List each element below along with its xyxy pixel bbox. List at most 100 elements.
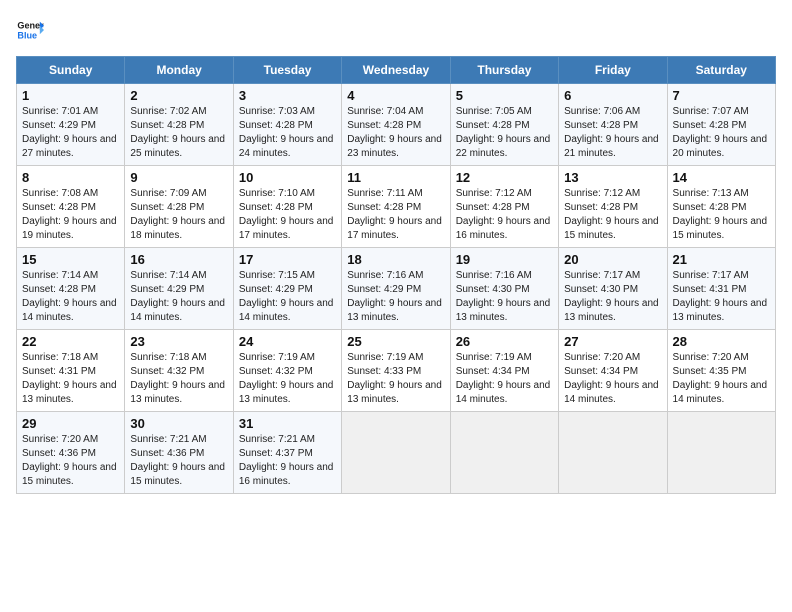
day-info: Sunrise: 7:15 AMSunset: 4:29 PMDaylight:… (239, 269, 336, 325)
day-info: Sunrise: 7:09 AMSunset: 4:28 PMDaylight:… (130, 187, 227, 243)
calendar-cell-day-17: 17 Sunrise: 7:15 AMSunset: 4:29 PMDayligh… (233, 248, 341, 330)
day-info: Sunrise: 7:01 AMSunset: 4:29 PMDaylight:… (22, 105, 119, 161)
day-header-sunday: Sunday (17, 57, 125, 84)
day-info: Sunrise: 7:05 AMSunset: 4:28 PMDaylight:… (456, 105, 553, 161)
day-info: Sunrise: 7:06 AMSunset: 4:28 PMDaylight:… (564, 105, 661, 161)
day-number: 15 (22, 252, 119, 267)
calendar-cell-day-21: 21Sunrise: 7:17 AMSunset: 4:31 PMDayligh… (667, 248, 775, 330)
calendar-cell-day-7: 7 Sunrise: 7:07 AMSunset: 4:28 PMDaylight… (667, 84, 775, 166)
calendar-header: SundayMondayTuesdayWednesdayThursdayFrid… (17, 57, 776, 84)
calendar-cell-day-14: 14 Sunrise: 7:13 AMSunset: 4:28 PMDayligh… (667, 166, 775, 248)
calendar-cell-day-26: 26 Sunrise: 7:19 AMSunset: 4:34 PMDayligh… (450, 330, 558, 412)
day-info: Sunrise: 7:19 AMSunset: 4:32 PMDaylight:… (239, 351, 336, 407)
calendar-cell-day-1: 1 Sunrise: 7:01 AMSunset: 4:29 PMDaylight… (17, 84, 125, 166)
day-info: Sunrise: 7:10 AMSunset: 4:28 PMDaylight:… (239, 187, 336, 243)
logo-icon: General Blue (16, 16, 44, 44)
day-info: Sunrise: 7:08 AMSunset: 4:28 PMDaylight:… (22, 187, 119, 243)
calendar-table: SundayMondayTuesdayWednesdayThursdayFrid… (16, 56, 776, 494)
day-info: Sunrise: 7:19 AMSunset: 4:33 PMDaylight:… (347, 351, 444, 407)
calendar-cell-day-12: 12 Sunrise: 7:12 AMSunset: 4:28 PMDayligh… (450, 166, 558, 248)
empty-cell (450, 412, 558, 494)
day-number: 25 (347, 334, 444, 349)
day-number: 4 (347, 88, 444, 103)
day-number: 14 (673, 170, 770, 185)
day-header-saturday: Saturday (667, 57, 775, 84)
day-number: 8 (22, 170, 119, 185)
calendar-cell-day-28: 28 Sunrise: 7:20 AMSunset: 4:35 PMDayligh… (667, 330, 775, 412)
day-info: Sunrise: 7:19 AMSunset: 4:34 PMDaylight:… (456, 351, 553, 407)
calendar-cell-day-24: 24 Sunrise: 7:19 AMSunset: 4:32 PMDayligh… (233, 330, 341, 412)
day-number: 2 (130, 88, 227, 103)
calendar-cell-day-23: 23 Sunrise: 7:18 AMSunset: 4:32 PMDayligh… (125, 330, 233, 412)
calendar-cell-day-31: 31 Sunrise: 7:21 AMSunset: 4:37 PMDayligh… (233, 412, 341, 494)
day-number: 21 (673, 252, 770, 267)
day-header-wednesday: Wednesday (342, 57, 450, 84)
day-number: 1 (22, 88, 119, 103)
day-info: Sunrise: 7:20 AMSunset: 4:35 PMDaylight:… (673, 351, 770, 407)
empty-cell (342, 412, 450, 494)
day-info: Sunrise: 7:18 AMSunset: 4:31 PMDaylight:… (22, 351, 119, 407)
day-info: Sunrise: 7:17 AMSunset: 4:30 PMDaylight:… (564, 269, 661, 325)
logo: General Blue (16, 16, 44, 44)
calendar-cell-day-22: 22 Sunrise: 7:18 AMSunset: 4:31 PMDayligh… (17, 330, 125, 412)
day-header-friday: Friday (559, 57, 667, 84)
calendar-cell-day-10: 10 Sunrise: 7:10 AMSunset: 4:28 PMDayligh… (233, 166, 341, 248)
day-header-tuesday: Tuesday (233, 57, 341, 84)
day-info: Sunrise: 7:12 AMSunset: 4:28 PMDaylight:… (564, 187, 661, 243)
day-number: 11 (347, 170, 444, 185)
day-info: Sunrise: 7:04 AMSunset: 4:28 PMDaylight:… (347, 105, 444, 161)
calendar-cell-day-4: 4 Sunrise: 7:04 AMSunset: 4:28 PMDaylight… (342, 84, 450, 166)
empty-cell (559, 412, 667, 494)
day-info: Sunrise: 7:20 AMSunset: 4:34 PMDaylight:… (564, 351, 661, 407)
day-info: Sunrise: 7:13 AMSunset: 4:28 PMDaylight:… (673, 187, 770, 243)
day-number: 19 (456, 252, 553, 267)
day-number: 17 (239, 252, 336, 267)
calendar-cell-day-30: 30 Sunrise: 7:21 AMSunset: 4:36 PMDayligh… (125, 412, 233, 494)
calendar-cell-day-18: 18 Sunrise: 7:16 AMSunset: 4:29 PMDayligh… (342, 248, 450, 330)
calendar-cell-day-29: 29Sunrise: 7:20 AMSunset: 4:36 PMDayligh… (17, 412, 125, 494)
day-info: Sunrise: 7:16 AMSunset: 4:29 PMDaylight:… (347, 269, 444, 325)
day-number: 28 (673, 334, 770, 349)
day-info: Sunrise: 7:11 AMSunset: 4:28 PMDaylight:… (347, 187, 444, 243)
day-number: 16 (130, 252, 227, 267)
svg-text:Blue: Blue (17, 30, 37, 40)
day-number: 24 (239, 334, 336, 349)
day-number: 13 (564, 170, 661, 185)
calendar-cell-day-25: 25 Sunrise: 7:19 AMSunset: 4:33 PMDayligh… (342, 330, 450, 412)
day-number: 3 (239, 88, 336, 103)
page-header: General Blue (16, 16, 776, 44)
day-number: 18 (347, 252, 444, 267)
day-number: 23 (130, 334, 227, 349)
day-number: 7 (673, 88, 770, 103)
calendar-cell-day-11: 11 Sunrise: 7:11 AMSunset: 4:28 PMDayligh… (342, 166, 450, 248)
calendar-cell-day-19: 19Sunrise: 7:16 AMSunset: 4:30 PMDayligh… (450, 248, 558, 330)
day-info: Sunrise: 7:21 AMSunset: 4:36 PMDaylight:… (130, 433, 227, 489)
day-number: 10 (239, 170, 336, 185)
day-number: 30 (130, 416, 227, 431)
day-header-thursday: Thursday (450, 57, 558, 84)
day-number: 12 (456, 170, 553, 185)
calendar-cell-day-9: 9Sunrise: 7:09 AMSunset: 4:28 PMDaylight… (125, 166, 233, 248)
calendar-cell-day-2: 2 Sunrise: 7:02 AMSunset: 4:28 PMDaylight… (125, 84, 233, 166)
day-info: Sunrise: 7:03 AMSunset: 4:28 PMDaylight:… (239, 105, 336, 161)
day-number: 31 (239, 416, 336, 431)
calendar-cell-day-3: 3 Sunrise: 7:03 AMSunset: 4:28 PMDaylight… (233, 84, 341, 166)
day-info: Sunrise: 7:20 AMSunset: 4:36 PMDaylight:… (22, 433, 119, 489)
calendar-cell-day-20: 20 Sunrise: 7:17 AMSunset: 4:30 PMDayligh… (559, 248, 667, 330)
calendar-cell-day-15: 15Sunrise: 7:14 AMSunset: 4:28 PMDayligh… (17, 248, 125, 330)
day-info: Sunrise: 7:02 AMSunset: 4:28 PMDaylight:… (130, 105, 227, 161)
day-info: Sunrise: 7:07 AMSunset: 4:28 PMDaylight:… (673, 105, 770, 161)
day-number: 20 (564, 252, 661, 267)
day-info: Sunrise: 7:21 AMSunset: 4:37 PMDaylight:… (239, 433, 336, 489)
day-number: 27 (564, 334, 661, 349)
day-number: 22 (22, 334, 119, 349)
day-header-monday: Monday (125, 57, 233, 84)
day-info: Sunrise: 7:18 AMSunset: 4:32 PMDaylight:… (130, 351, 227, 407)
day-number: 5 (456, 88, 553, 103)
empty-cell (667, 412, 775, 494)
calendar-cell-day-8: 8 Sunrise: 7:08 AMSunset: 4:28 PMDaylight… (17, 166, 125, 248)
day-number: 26 (456, 334, 553, 349)
calendar-cell-day-13: 13 Sunrise: 7:12 AMSunset: 4:28 PMDayligh… (559, 166, 667, 248)
day-info: Sunrise: 7:12 AMSunset: 4:28 PMDaylight:… (456, 187, 553, 243)
calendar-cell-day-16: 16Sunrise: 7:14 AMSunset: 4:29 PMDayligh… (125, 248, 233, 330)
